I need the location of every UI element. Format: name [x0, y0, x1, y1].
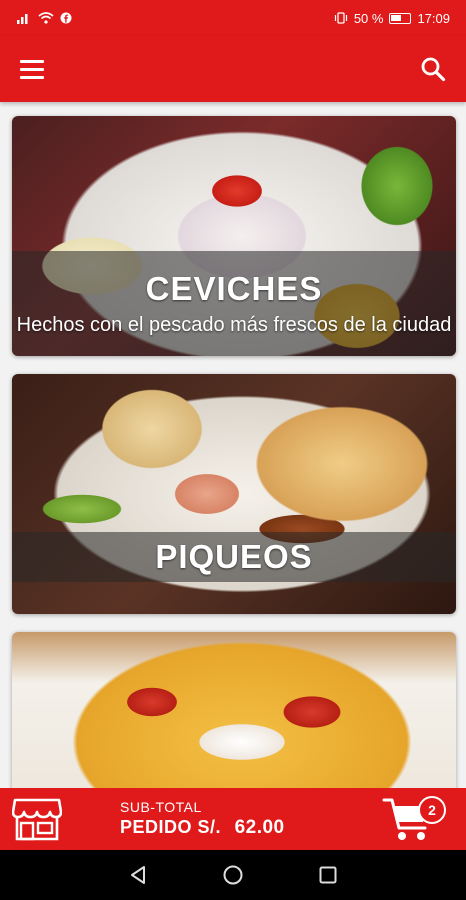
system-nav-bar — [0, 850, 466, 900]
facebook-icon — [60, 12, 72, 24]
currency-label: S/. — [197, 817, 222, 837]
status-time: 17:09 — [417, 10, 450, 26]
back-triangle-icon[interactable] — [122, 859, 154, 891]
order-total: PEDIDO S/. 62.00 — [120, 817, 285, 839]
card-overlay: CEVICHES Hechos con el pescado más fresc… — [12, 251, 456, 356]
cart-count-badge: 2 — [418, 796, 446, 824]
category-card-piqueos[interactable]: PIQUEOS — [12, 374, 456, 614]
status-bar: 50 % 17:09 — [0, 0, 466, 36]
search-icon[interactable] — [420, 56, 446, 82]
status-left — [16, 12, 72, 24]
order-amount: 62.00 — [234, 817, 285, 838]
card-title: CEVICHES — [145, 269, 323, 307]
signal-icon — [17, 14, 28, 24]
vibrate-icon — [334, 12, 347, 24]
cart-summary: SUB-TOTAL PEDIDO S/. 62.00 — [120, 799, 285, 839]
category-list: CEVICHES Hechos con el pescado más fresc… — [0, 102, 466, 788]
card-title: PIQUEOS — [155, 538, 313, 575]
storefront-icon[interactable] — [12, 796, 62, 842]
recents-square-icon[interactable] — [312, 859, 344, 891]
battery-percent: 50 % — [353, 10, 384, 26]
wifi-icon — [38, 12, 54, 24]
app-bar — [0, 36, 466, 102]
order-label: PEDIDO — [120, 817, 193, 837]
cart-button[interactable]: 2 — [382, 792, 448, 846]
salchipapas-image — [12, 632, 456, 788]
home-circle-icon[interactable] — [217, 859, 249, 891]
category-card-salchipapas[interactable] — [12, 632, 456, 788]
card-subtitle: Hechos con el pescado más frescos de la … — [16, 313, 452, 336]
hamburger-menu-icon[interactable] — [20, 55, 48, 83]
battery-icon — [389, 12, 412, 24]
cart-bar: SUB-TOTAL PEDIDO S/. 62.00 2 — [0, 788, 466, 850]
card-overlay: PIQUEOS — [12, 532, 456, 582]
status-right: 50 % 17:09 — [334, 11, 450, 26]
category-card-ceviches[interactable]: CEVICHES Hechos con el pescado más fresc… — [12, 116, 456, 356]
subtotal-label: SUB-TOTAL — [120, 799, 202, 815]
